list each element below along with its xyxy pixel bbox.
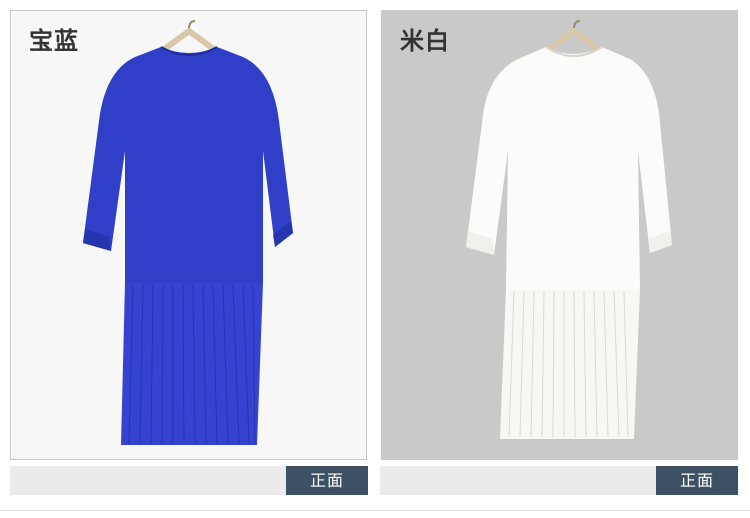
product-image-panel-off-white: 米白 — [381, 10, 738, 460]
view-tag-front: 正面 — [656, 466, 738, 495]
color-label-off-white: 米白 — [400, 27, 450, 55]
caption-bar-royal-blue: 正面 — [10, 466, 368, 495]
color-label-royal-blue: 宝蓝 — [29, 27, 79, 55]
hanger-icon — [156, 20, 222, 56]
product-image-panel-royal-blue: 宝蓝 — [10, 10, 367, 460]
hanger-icon — [541, 20, 607, 56]
royal-blue-dress-image — [83, 20, 293, 445]
view-tag-front: 正面 — [286, 466, 368, 495]
caption-bar-off-white: 正面 — [380, 466, 738, 495]
divider — [0, 510, 750, 511]
off-white-dress-image — [466, 20, 672, 439]
